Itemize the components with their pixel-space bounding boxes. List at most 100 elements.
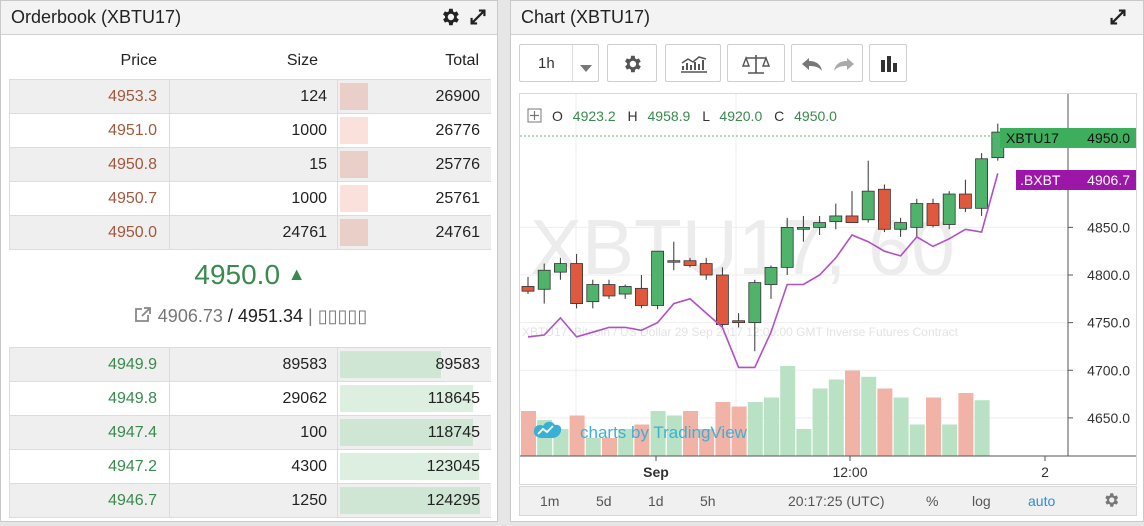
candle-body	[554, 263, 567, 273]
volume-bar	[926, 397, 941, 456]
ask-total: 24761	[435, 224, 481, 241]
price-tick-label: 4750.0	[1087, 315, 1130, 331]
divider	[572, 45, 573, 81]
branding-text: charts by TradingView	[580, 423, 748, 442]
bid-total: 89583	[435, 356, 481, 373]
ask-row[interactable]: 4953.3 124 26900	[10, 80, 491, 114]
legend-high: 4958.9	[648, 108, 691, 124]
range-1m[interactable]: 1m	[540, 493, 559, 509]
last-price-value: 4950.0	[194, 259, 281, 290]
ask-row[interactable]: 4950.8 15 25776	[10, 148, 491, 182]
bar-chart-icon	[879, 54, 899, 79]
interval-select[interactable]: 1h	[519, 44, 599, 82]
legend-open: 4923.2	[573, 108, 616, 124]
expand-icon[interactable]	[1107, 6, 1129, 28]
time-axis: Sep 12:00 2	[643, 456, 1049, 480]
range-5d[interactable]: 5d	[596, 493, 612, 509]
candle-body	[586, 284, 600, 303]
price-axis: 4850.0 4800.0 4750.0 4700.0 4650.0	[1068, 219, 1130, 426]
indicators-button[interactable]	[665, 44, 721, 82]
bid-total: 118745	[427, 424, 480, 441]
ask-total: 25776	[435, 156, 481, 173]
price-tick-label: 4800.0	[1087, 267, 1130, 283]
volume-bar	[877, 388, 893, 456]
candle-body	[813, 222, 827, 228]
bid-size: 29062	[170, 382, 338, 415]
legend-open-label: O	[552, 108, 563, 124]
compare-button[interactable]	[727, 44, 785, 82]
price-label-value: 4950.0	[1087, 130, 1130, 146]
candle-body	[877, 188, 891, 230]
volume-bar	[974, 400, 990, 456]
volume-bar	[893, 397, 909, 456]
ask-size: 1000	[170, 114, 338, 147]
bid-size: 100	[170, 416, 338, 449]
volume-bar	[796, 429, 812, 456]
gear-icon[interactable]	[1102, 491, 1120, 512]
chart-panel: Chart (XBTU17) 1h XBTU17, 60 XBTU17: Bit…	[510, 0, 1144, 522]
range-5h[interactable]: 5h	[700, 493, 716, 509]
percent-toggle[interactable]: %	[926, 493, 938, 509]
bid-row[interactable]: 4949.9 89583 89583	[10, 348, 491, 382]
orderbook-panel: Orderbook (XBTU17) Price Size Total 4953…	[0, 0, 498, 522]
ask-price: 4953.3	[10, 80, 170, 113]
size-header: Size	[286, 52, 318, 69]
ask-row[interactable]: 4950.7 1000 25761	[10, 182, 491, 216]
chevron-down-icon	[580, 60, 592, 78]
range-1d[interactable]: 1d	[648, 493, 664, 509]
ask-row[interactable]: 4950.0 24761 24761	[10, 216, 491, 250]
candle-body	[732, 320, 746, 324]
expand-icon[interactable]	[467, 6, 489, 28]
chart-canvas[interactable]: XBTU17, 60 XBTU17: Bitcoin / US Dollar 2…	[519, 93, 1137, 485]
candlestick-chart[interactable]: XBTU17, 60 XBTU17: Bitcoin / US Dollar 2…	[520, 94, 1136, 484]
clock-time[interactable]: 20:17:25 (UTC)	[788, 493, 884, 509]
volume-bar	[942, 424, 958, 456]
bid-total: 118645	[427, 390, 480, 407]
bid-row[interactable]: 4947.2 4300 123045	[10, 450, 491, 484]
candle-body	[796, 226, 810, 230]
auto-toggle[interactable]: auto	[1028, 493, 1055, 509]
ask-price: 4950.7	[10, 182, 170, 215]
candle-body	[894, 222, 908, 230]
chart-type-button[interactable]	[869, 44, 907, 82]
index-fair-price: 4906.73 / 4951.34 | ▯▯▯▯▯	[1, 306, 499, 327]
bid-total: 124295	[426, 492, 480, 509]
index-price[interactable]: 4906.73	[158, 306, 223, 326]
settings-button[interactable]	[607, 44, 657, 82]
ask-size: 1000	[170, 182, 338, 215]
candle-body	[635, 287, 648, 306]
candle-body	[683, 260, 697, 266]
volume-bar	[780, 366, 796, 456]
price-separator: /	[227, 306, 233, 326]
legend-high-label: H	[628, 108, 638, 124]
volume-bar	[521, 411, 536, 456]
bid-row[interactable]: 4947.4 100 118745	[10, 416, 491, 450]
ask-size: 24761	[170, 216, 338, 249]
gear-icon	[621, 53, 643, 80]
time-tick-label: Sep	[643, 464, 669, 480]
ask-row[interactable]: 4951.0 1000 26776	[10, 114, 491, 148]
candle-body	[829, 215, 843, 223]
ask-total: 26776	[435, 122, 481, 139]
undo-icon[interactable]	[800, 55, 824, 78]
price-tick-label: 4850.0	[1087, 219, 1130, 235]
candle-body	[958, 193, 972, 209]
log-toggle[interactable]: log	[972, 493, 991, 509]
legend-ohlc: O 4923.2 H 4958.9 L 4920.0 C 4950.0	[552, 108, 837, 124]
candle-body	[715, 274, 729, 325]
external-link-icon[interactable]	[133, 306, 153, 324]
ask-price: 4950.8	[10, 148, 170, 181]
bid-price: 4949.8	[10, 382, 170, 415]
volume-bars	[521, 366, 990, 456]
asks-table: 4953.3 124 26900 4951.0 1000 26776 4950.…	[9, 79, 491, 250]
gear-icon[interactable]	[439, 6, 461, 28]
candle-body	[748, 282, 762, 324]
redo-icon[interactable]	[832, 55, 856, 78]
bid-size: 1250	[170, 484, 338, 517]
orderbook-title: Orderbook (XBTU17)	[11, 7, 182, 27]
candle-body	[780, 226, 794, 268]
bid-row[interactable]: 4949.8 29062 118645	[10, 382, 491, 416]
symbol-watermark: XBTU17, 60	[530, 203, 955, 291]
volume-bar	[764, 397, 779, 456]
bid-row[interactable]: 4946.7 1250 124295	[10, 484, 491, 518]
